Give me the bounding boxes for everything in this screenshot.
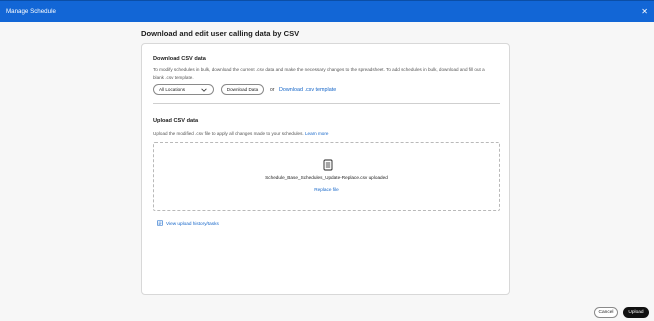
window-titlebar: Manage Schedule ✕ [0,0,654,22]
csv-card: Download CSV data To modify schedules in… [141,43,510,295]
download-template-link[interactable]: Download .csv template [279,87,336,93]
close-icon[interactable]: ✕ [641,7,648,16]
upload-section-title: Upload CSV data [153,118,199,124]
section-divider [153,103,500,104]
location-select[interactable]: All Locations [153,84,214,95]
download-data-button[interactable]: Download Data [221,84,264,95]
history-icon [157,220,163,226]
uploaded-filename: Schedule_Base_Schedules_Update-Replace.c… [265,175,388,180]
learn-more-link[interactable]: Learn more [305,131,329,136]
window-title: Manage Schedule [6,8,56,15]
chevron-down-icon [201,88,207,92]
download-description: To modify schedules in bulk, download th… [153,67,485,80]
replace-file-link[interactable]: Replace file [154,187,499,192]
upload-history-label: View upload history/tasks [166,220,219,226]
download-section-title: Download CSV data [153,56,206,62]
page-title: Download and edit user calling data by C… [141,29,300,38]
cancel-button[interactable]: Cancel [594,307,618,318]
upload-button[interactable]: Upload [623,307,649,318]
or-text: or [270,87,275,93]
upload-description: Upload the modified .csv file to apply a… [153,130,493,138]
upload-dropzone[interactable]: Schedule_Base_Schedules_Update-Replace.c… [153,142,500,211]
upload-history-link[interactable]: View upload history/tasks [157,220,219,226]
location-select-value: All Locations [159,87,186,92]
upload-description-text: Upload the modified .csv file to apply a… [153,131,304,136]
document-icon [323,159,333,171]
